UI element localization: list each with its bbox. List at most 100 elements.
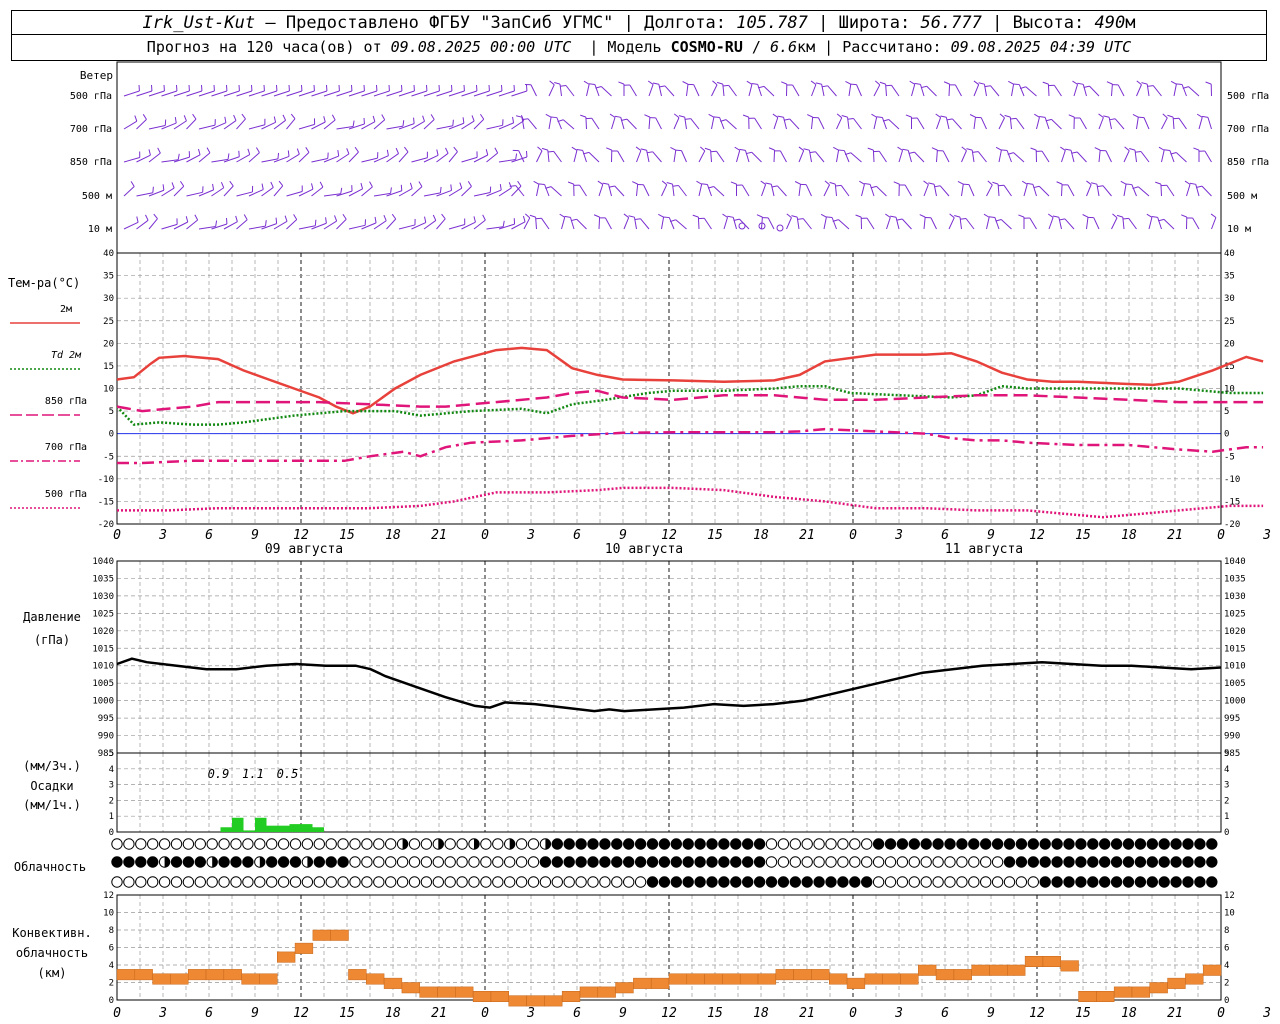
convective-bar bbox=[259, 973, 278, 985]
wind-barb-feather bbox=[919, 214, 926, 218]
wind-barb-feather bbox=[794, 181, 801, 185]
wind-barb-feather bbox=[422, 115, 425, 122]
cloud-cover-symbol bbox=[670, 856, 682, 868]
wind-barb-staff bbox=[136, 90, 153, 97]
wind-level-label-right: 850 гПа bbox=[1227, 157, 1269, 168]
wind-barb-staff bbox=[693, 84, 700, 97]
cloud-cover-symbol bbox=[515, 876, 528, 888]
cloud-cover-symbol bbox=[373, 856, 385, 868]
x-tick-label: 15 bbox=[339, 528, 355, 543]
cloud-cover-symbol bbox=[634, 856, 647, 868]
x-tick-label: 3 bbox=[526, 528, 535, 543]
cloud-cover-symbol bbox=[932, 856, 944, 868]
convective-bar bbox=[1149, 982, 1168, 994]
wind-barb-staff bbox=[123, 221, 139, 230]
cloud-cover-symbol bbox=[1039, 856, 1051, 868]
wind-barb-staff bbox=[911, 84, 916, 97]
wind-barb-feather bbox=[1170, 80, 1177, 85]
cloud-cover-half bbox=[474, 838, 480, 850]
cloud-cover-symbol bbox=[991, 856, 1004, 868]
x-tick-label: 3 bbox=[526, 1006, 535, 1021]
temp-series-line bbox=[116, 389, 1264, 413]
convective-bar bbox=[472, 991, 492, 1002]
cloud-cover-symbol bbox=[1158, 838, 1170, 850]
wind-barb-feather bbox=[537, 146, 543, 152]
wind-barb-feather bbox=[450, 184, 453, 191]
wind-barb-feather bbox=[439, 186, 442, 193]
convective-bar bbox=[277, 951, 296, 963]
wind-barb-feather bbox=[803, 148, 810, 151]
wind-barb-feather bbox=[462, 117, 465, 124]
cloud-cover-symbol bbox=[170, 876, 183, 888]
wind-barb-staff bbox=[961, 184, 964, 197]
wind-barb-feather bbox=[1042, 81, 1049, 85]
cloud-cover-symbol bbox=[968, 838, 980, 850]
wind-barb-staff bbox=[1163, 219, 1175, 230]
cloud-cover-symbol bbox=[789, 856, 801, 868]
wind-barb-feather bbox=[515, 115, 523, 118]
y-tick-label-left: 1005 bbox=[92, 679, 114, 689]
cloud-cover-symbol bbox=[527, 876, 540, 888]
wind-barb-feather bbox=[413, 117, 415, 124]
wind-barb-staff bbox=[286, 118, 296, 130]
x-tick-label: 18 bbox=[385, 528, 401, 543]
wind-barb-feather bbox=[606, 147, 612, 151]
wind-barb-feather bbox=[1162, 113, 1168, 119]
wind-barb-staff bbox=[990, 85, 1000, 97]
meteogram: Ветер 500 гПа 500 гПа 700 гПа 700 гПа 850 гПа… bbox=[8, 61, 1271, 1021]
cloud-cover-half bbox=[307, 856, 313, 868]
wind-barb-feather bbox=[988, 216, 995, 218]
convective-bar bbox=[134, 969, 153, 981]
convective-bar bbox=[686, 973, 705, 985]
wind-barb-feather bbox=[969, 114, 976, 118]
calm-wind-marker bbox=[776, 224, 784, 232]
cloud-cover-symbol bbox=[1051, 876, 1063, 888]
wind-barb-staff bbox=[948, 84, 951, 97]
cloud-cover-symbol bbox=[1099, 876, 1111, 888]
x-tick-label: 21 bbox=[1167, 1006, 1183, 1021]
cloud-cover-symbol bbox=[777, 856, 790, 868]
legend-label: 700 гПа bbox=[45, 442, 87, 453]
wind-panel-title: Ветер bbox=[80, 69, 113, 82]
convective-title-1: Конвективн. bbox=[12, 926, 91, 940]
cloud-cover-symbol bbox=[396, 856, 409, 868]
x-tick-label: 12 bbox=[661, 528, 677, 543]
wind-barb-feather bbox=[597, 180, 604, 185]
y-tick-label-left: 5 bbox=[109, 749, 114, 759]
wind-barb-staff bbox=[1011, 84, 1015, 97]
wind-barb-feather bbox=[760, 180, 766, 185]
cloud-cover-symbol bbox=[1015, 876, 1028, 888]
cloud-cover-symbol bbox=[480, 856, 492, 868]
wind-barb-staff bbox=[736, 150, 741, 163]
wind-barb-feather bbox=[282, 114, 287, 121]
wind-barb-staff bbox=[273, 90, 290, 97]
wind-barb-feather bbox=[1065, 148, 1072, 151]
wind-barb-staff bbox=[614, 185, 625, 197]
wind-barb-staff bbox=[881, 117, 887, 130]
wind-barb-feather bbox=[1210, 213, 1217, 218]
wind-barb-staff bbox=[936, 117, 942, 130]
wind-barb-staff bbox=[1161, 150, 1165, 163]
wind-barb-feather bbox=[499, 184, 502, 191]
wind-barb-feather bbox=[1004, 114, 1011, 118]
wind-barb-feather bbox=[430, 114, 435, 120]
wind-barb-feather bbox=[538, 183, 545, 186]
wind-barb-staff bbox=[1000, 219, 1012, 230]
wind-barb-feather bbox=[284, 215, 288, 222]
wind-barb-staff bbox=[1029, 217, 1037, 230]
wind-barb-staff bbox=[298, 90, 315, 97]
wind-barb-feather bbox=[712, 80, 718, 86]
cloud-cover-symbol bbox=[1063, 856, 1075, 868]
wind-barb-staff bbox=[569, 217, 575, 230]
cloud-cover-symbol bbox=[420, 838, 433, 850]
wind-barb-feather bbox=[836, 113, 843, 119]
cloud-cover-half bbox=[509, 838, 515, 850]
temp-series-line bbox=[116, 384, 1264, 426]
cloud-cover-symbol bbox=[1146, 838, 1159, 850]
cloud-cover-symbol bbox=[1110, 838, 1123, 850]
wind-barb-feather bbox=[905, 114, 912, 118]
day-label: 11 августа bbox=[945, 542, 1023, 557]
cloud-cover-symbol bbox=[158, 876, 171, 888]
wind-barb-staff bbox=[668, 217, 675, 230]
wind-barb-feather bbox=[833, 146, 839, 151]
